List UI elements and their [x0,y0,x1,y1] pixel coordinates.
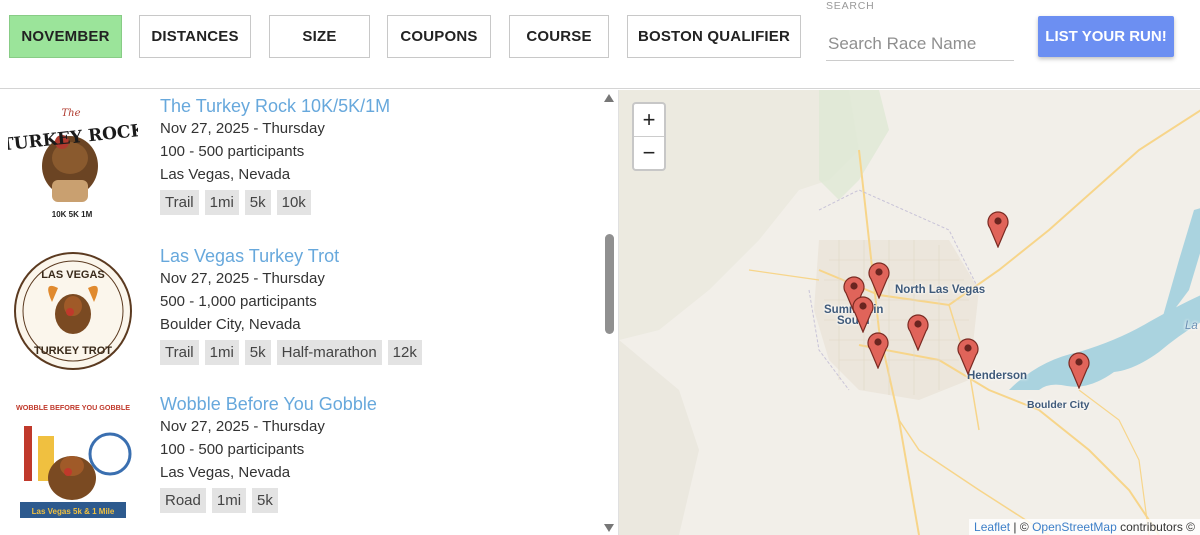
triangle-down-icon[interactable] [604,524,614,532]
race-title-link[interactable]: Las Vegas Turkey Trot [160,246,339,267]
tag-badge: Trail [160,190,199,215]
list-your-run-button[interactable]: LIST YOUR RUN! [1038,16,1174,57]
map-pin-icon[interactable] [907,313,929,351]
zoom-control: + − [632,102,666,171]
filter-coupons-button[interactable]: COUPONS [387,15,491,58]
race-title-link[interactable]: The Turkey Rock 10K/5K/1M [160,96,390,117]
map-attribution: Leaflet | © OpenStreetMap contributors © [969,519,1200,535]
logo-text: TURKEY TROT [34,345,112,357]
logo-text: WOBBLE BEFORE YOU GOBBLE [16,403,130,412]
tag-badge: 1mi [204,340,239,365]
tag-badge: Road [160,488,206,513]
race-item: LAS VEGAS TURKEY TROT Las Vegas Turkey T… [0,246,600,396]
race-participants: 100 - 500 participants [160,143,305,160]
race-title-link[interactable]: Wobble Before You Gobble [160,394,377,415]
filter-bar: NOVEMBER DISTANCES SIZE COUPONS COURSE B… [0,0,1200,89]
logo-text: LAS VEGAS [41,269,105,281]
scrollbar-thumb[interactable] [605,234,614,334]
tag-badge: 10k [276,190,311,215]
race-tags: Trail 1mi 5k Half-marathon 12k [160,340,422,365]
race-date: Nov 27, 2025 - Thursday [160,418,325,435]
attribution-text: contributors © [1120,520,1195,534]
triangle-up-icon[interactable] [604,94,614,102]
map-pin-icon[interactable] [852,295,874,333]
tag-badge: 1mi [204,190,239,215]
map-label-boulder-city: Boulder City [1027,399,1090,411]
race-participants: 100 - 500 participants [160,441,305,458]
tag-badge: 5k [244,190,271,215]
tag-badge: Half-marathon [276,340,382,365]
map-label-lake: La [1185,320,1198,332]
filter-course-button[interactable]: COURSE [509,15,609,58]
las-vegas-turkey-trot-logo[interactable]: LAS VEGAS TURKEY TROT [12,250,134,372]
race-date: Nov 27, 2025 - Thursday [160,120,325,137]
search-label: SEARCH [826,0,875,12]
map-pin-icon[interactable] [867,331,889,369]
race-date: Nov 27, 2025 - Thursday [160,270,325,287]
map-pin-icon[interactable] [868,261,890,299]
filter-boston-qualifier-button[interactable]: BOSTON QUALIFIER [627,15,801,58]
race-participants: 500 - 1,000 participants [160,293,317,310]
wobble-before-you-gobble-logo[interactable]: WOBBLE BEFORE YOU GOBBLE Las Vegas 5k & … [10,396,136,526]
zoom-out-button[interactable]: − [634,137,664,169]
search-input[interactable] [826,27,1014,61]
turkey-rock-logo[interactable]: The TURKEY ROCK 10K 5K 1M [0,96,147,226]
logo-text: Las Vegas 5k & 1 Mile [32,507,115,516]
tag-badge: Trail [160,340,199,365]
race-item: WOBBLE BEFORE YOU GOBBLE Las Vegas 5k & … [0,394,600,535]
map-pin-icon[interactable] [987,210,1009,248]
race-tags: Trail 1mi 5k 10k [160,190,311,215]
tag-badge: 12k [387,340,422,365]
filter-november-button[interactable]: NOVEMBER [9,15,122,58]
logo-text: 10K 5K 1M [52,210,93,219]
race-location: Las Vegas, Nevada [160,464,291,481]
tag-badge: 5k [252,488,278,513]
race-list: The TURKEY ROCK 10K 5K 1M The Turkey Roc… [0,90,618,535]
filter-size-button[interactable]: SIZE [269,15,370,58]
race-tags: Road 1mi 5k [160,488,278,513]
race-item: The TURKEY ROCK 10K 5K 1M The Turkey Roc… [0,96,600,246]
race-location: Boulder City, Nevada [160,316,301,333]
race-map[interactable]: North Las Vegas Henderson Boulder City S… [618,90,1200,535]
leaflet-link[interactable]: Leaflet [974,520,1010,534]
tag-badge: 5k [244,340,271,365]
zoom-in-button[interactable]: + [634,104,664,137]
openstreetmap-link[interactable]: OpenStreetMap [1032,520,1117,534]
attribution-separator: | © [1013,520,1029,534]
map-pin-icon[interactable] [1068,351,1090,389]
logo-text: The [61,108,80,119]
tag-badge: 1mi [211,488,247,513]
map-pin-icon[interactable] [957,337,979,375]
filter-distances-button[interactable]: DISTANCES [139,15,251,58]
map-label-north-las-vegas: North Las Vegas [895,284,986,296]
race-location: Las Vegas, Nevada [160,166,291,183]
